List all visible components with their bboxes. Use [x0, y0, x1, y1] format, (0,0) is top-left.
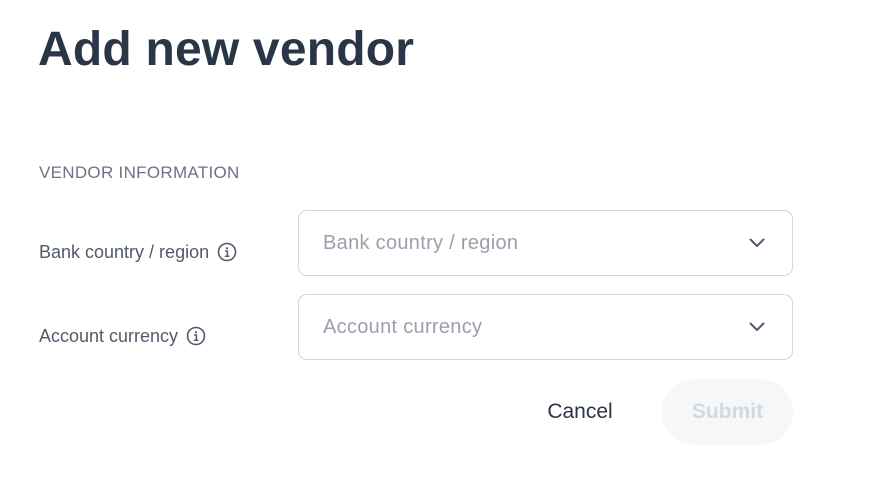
chevron-down-icon	[748, 319, 766, 335]
submit-button[interactable]: Submit	[662, 379, 793, 445]
account-currency-placeholder: Account currency	[323, 315, 483, 338]
cancel-button[interactable]: Cancel	[524, 379, 636, 445]
bank-country-placeholder: Bank country / region	[323, 231, 519, 254]
account-currency-label: Account currency	[39, 325, 206, 347]
info-icon[interactable]	[217, 242, 237, 262]
page-title: Add new vendor	[38, 23, 415, 76]
account-currency-label-text: Account currency	[39, 326, 179, 346]
add-vendor-page: Add new vendor VENDOR INFORMATION Bank c…	[0, 0, 877, 489]
bank-country-label: Bank country / region	[39, 241, 237, 263]
info-icon[interactable]	[186, 326, 206, 346]
chevron-down-icon	[748, 235, 766, 251]
bank-country-select[interactable]: Bank country / region	[298, 210, 793, 276]
bank-country-label-text: Bank country / region	[39, 242, 210, 262]
account-currency-select[interactable]: Account currency	[298, 294, 793, 360]
section-heading-vendor-information: VENDOR INFORMATION	[39, 163, 240, 182]
